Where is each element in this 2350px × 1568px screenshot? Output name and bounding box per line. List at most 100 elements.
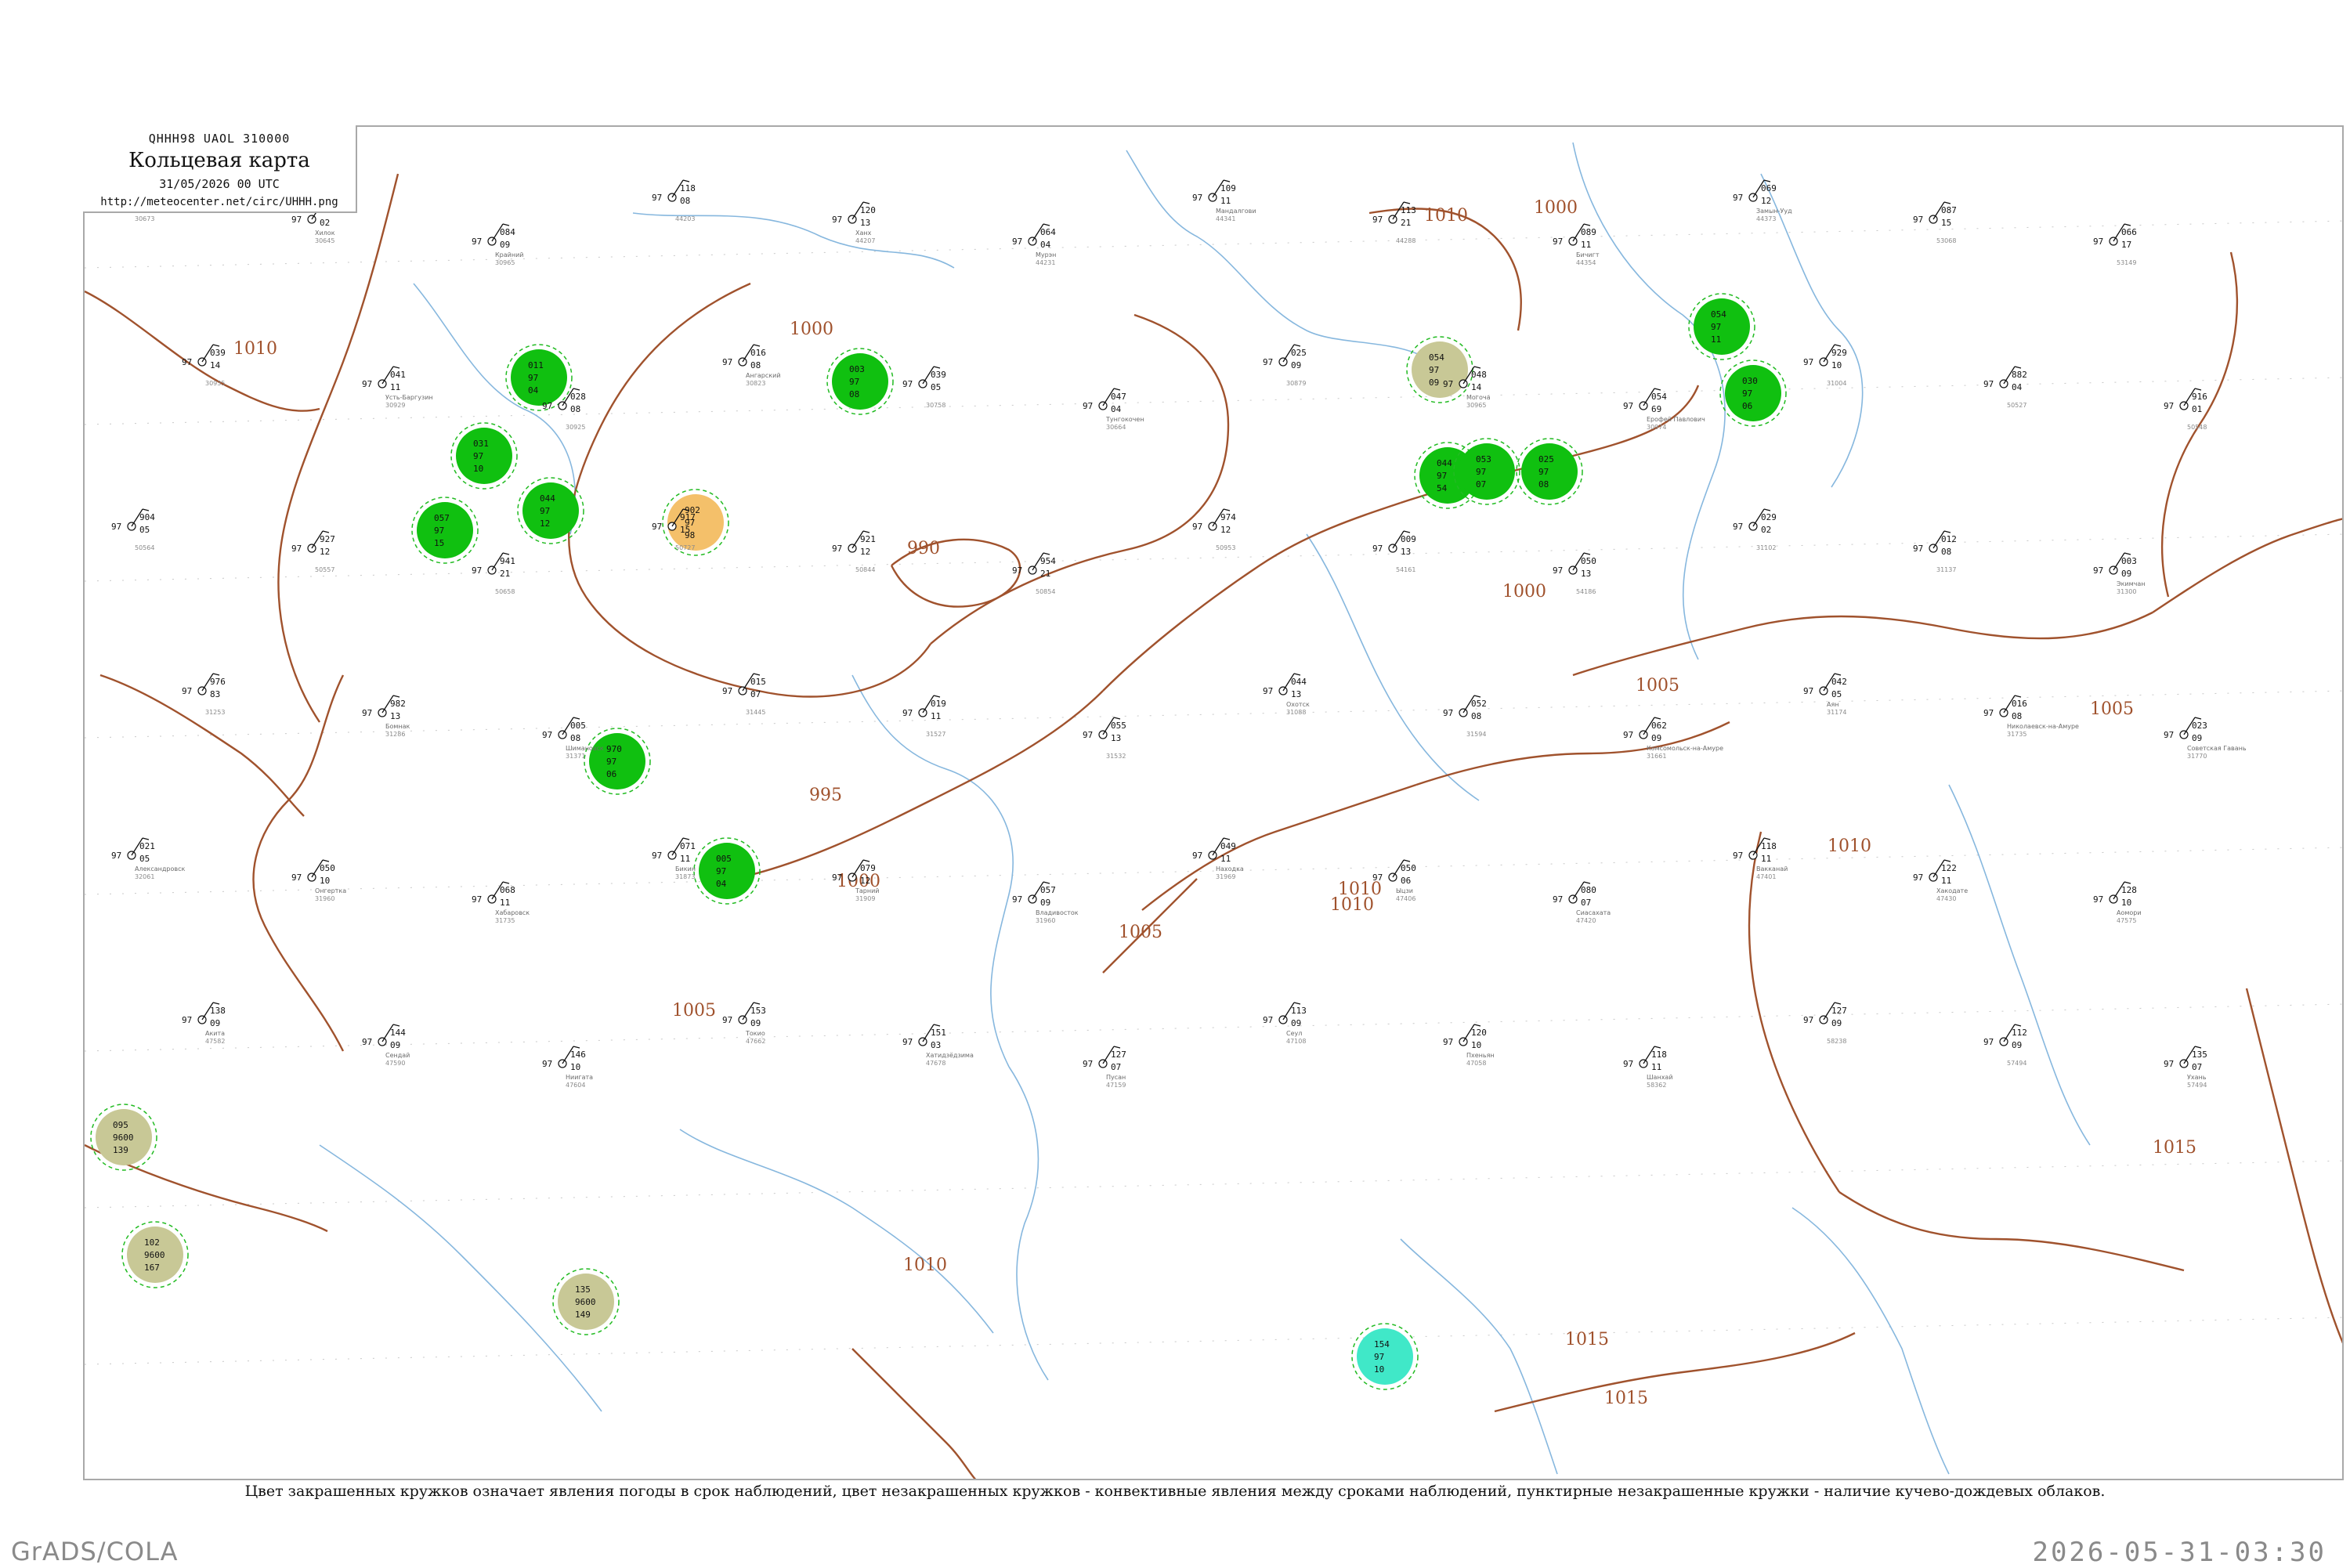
weather-circle-fog[interactable]: 154 97 10	[1351, 1323, 1419, 1390]
station-plot[interactable]: 071 97 11Бикин31873	[652, 837, 696, 880]
weather-circle-rain[interactable]: 030 97 06	[1719, 359, 1787, 427]
station-plot[interactable]: 112 97 09 57494	[1983, 1024, 2027, 1067]
station-plot[interactable]: 047 97 04 Тунгокочен30664	[1083, 388, 1144, 431]
wind-barb-flag	[502, 881, 510, 884]
station-plot[interactable]: 916 97 01 50548	[2164, 388, 2207, 431]
map-title: Кольцевая карта	[128, 149, 310, 172]
station-plot[interactable]: 080 97 07Сиасахата47420	[1553, 881, 1611, 924]
station-plot[interactable]: 904 97 05 50564	[111, 508, 155, 551]
station-plot[interactable]: 068 97 11Хабаровск31735	[472, 881, 530, 924]
station-plot[interactable]: 138 97 09 Акита47582	[182, 1002, 226, 1045]
station-plot[interactable]: 127 97 09 58238	[1803, 1002, 1847, 1045]
station-plot[interactable]: 029 97 02 31102	[1733, 508, 1777, 551]
weather-circle-haze[interactable]: 054 97 09	[1406, 336, 1473, 403]
station-plot[interactable]: 941 97 21 50658	[472, 552, 515, 595]
station-tendency: 09	[2012, 1040, 2022, 1050]
station-plot[interactable]: 069 97 12 Замын-Ууд44373	[1733, 179, 1792, 222]
station-plot[interactable]: 135 97 07 Ухань57494	[2164, 1046, 2207, 1089]
station-plot[interactable]: 023 97 09 Советская Гавань31770	[2164, 717, 2247, 760]
station-plot[interactable]: 016 97 08 Ангарский30823	[722, 344, 781, 387]
circle-value: 003	[849, 364, 865, 374]
station-plot[interactable]: 120 97 13Ханх44207	[832, 201, 876, 244]
weather-circle-haze[interactable]: 102 9600 167	[121, 1221, 189, 1288]
station-plot[interactable]: 929 97 10 31004	[1803, 344, 1847, 387]
station-id: 54161	[1396, 566, 1415, 573]
station-plot[interactable]: 055 97 13 31532	[1083, 717, 1126, 760]
station-plot[interactable]: 113 97 21 44288	[1372, 201, 1416, 244]
station-plot[interactable]: 057 97 09Владивосток31960	[1012, 881, 1079, 924]
station-plot[interactable]: 974 97 12 50953	[1192, 508, 1236, 551]
station-plot[interactable]: 882 97 04 50527	[1983, 366, 2027, 409]
station-plot[interactable]: 118 97 08 44203	[652, 179, 696, 222]
station-plot[interactable]: 151 97 03 Хатидзёдзима47678	[902, 1024, 974, 1067]
station-name: Ыцзи	[1396, 887, 1413, 894]
station-plot[interactable]: 927 97 12 50557	[291, 530, 335, 573]
weather-circle-rain[interactable]: 005 97 04	[693, 837, 761, 905]
station-plot[interactable]: 009 97 13 54161	[1372, 530, 1416, 573]
weather-circle-fill	[1459, 443, 1515, 500]
wind-barb-flag	[1583, 223, 1591, 226]
isobar-line	[1572, 611, 2153, 677]
weather-circle-rain[interactable]: 970 97 06	[584, 728, 651, 795]
station-plot[interactable]: 050 97 13 54186	[1553, 552, 1596, 595]
weather-circle-haze[interactable]: 135 9600 149	[552, 1268, 620, 1335]
station-plot[interactable]: 025 97 09 30879	[1263, 344, 1307, 387]
station-plot[interactable]: 144 97 09 Сендай47590	[362, 1024, 410, 1067]
station-plot[interactable]: 049 97 11Находка31969	[1192, 837, 1244, 880]
station-name: Александровск	[135, 865, 185, 873]
station-plot[interactable]: 087 97 15 53068	[1913, 201, 1957, 244]
station-plot[interactable]: 982 97 13 Бомнак31286	[362, 695, 410, 738]
station-plot[interactable]: 122 97 11Хакодате47430	[1913, 859, 1968, 902]
station-plot[interactable]: 064 97 04Мурэн44231	[1012, 223, 1056, 266]
station-plot[interactable]: 021 97 05Александровск32061	[111, 837, 185, 880]
weather-circle-fill	[699, 843, 755, 899]
station-plot[interactable]: 016 97 08 Николаевск-на-Амуре31735	[1983, 695, 2079, 738]
weather-circle-rain[interactable]: 054 97 11	[1688, 293, 1755, 360]
station-plot[interactable]: 128 97 10Аомори47575	[2093, 881, 2142, 924]
station-plot[interactable]: 062 97 09 Комсомольск-на-Амуре31661	[1623, 717, 1723, 760]
station-plot[interactable]: 118 97 11Вакканай47401	[1733, 837, 1788, 880]
station-plot[interactable]: 109 97 11 Мандалгови44341	[1192, 179, 1256, 222]
station-plot[interactable]: 039 97 14 30935	[182, 344, 226, 387]
station-plot[interactable]: 015 97 07 31445	[722, 673, 766, 716]
station-plot[interactable]: 089 97 11Бичигт44354	[1553, 223, 1600, 266]
station-plot[interactable]: 003 97 09Экимчан31300	[2093, 552, 2146, 595]
station-plot[interactable]: 976 97 83 31253	[182, 673, 226, 716]
station-plot[interactable]: 052 97 08 31594	[1443, 695, 1487, 738]
weather-circle-rain[interactable]: 031 97 10	[450, 422, 518, 490]
station-plot[interactable]: 084 97 09Крайний30965	[472, 223, 524, 266]
station-temperature: 97	[1012, 894, 1022, 905]
station-plot[interactable]: 050 97 10Онгертка31960	[291, 859, 346, 902]
weather-circle-rain[interactable]: 003 97 08	[826, 348, 894, 415]
station-plot[interactable]: 118 97 11 Шанхай58362	[1623, 1046, 1673, 1089]
station-temperature: 97	[1443, 1037, 1453, 1047]
station-plot[interactable]: 120 97 10 Пхеньян47058	[1443, 1024, 1495, 1067]
weather-circle-rain[interactable]: 057 97 15	[411, 497, 479, 564]
wind-barb-flag	[1113, 388, 1121, 391]
weather-circle-rain[interactable]: 0119704	[505, 344, 573, 411]
weather-circle-rain[interactable]: 025 97 08	[1516, 438, 1583, 505]
weather-circle-haze[interactable]: 095 9600 139	[90, 1104, 157, 1171]
station-plot[interactable]: 042 97 05 Аян31174	[1803, 673, 1847, 716]
station-pressure: 127	[1831, 1006, 1847, 1016]
wind-barb-flag	[862, 530, 870, 533]
station-pressure: 135	[2192, 1050, 2207, 1060]
station-plot[interactable]: 019 97 11 31527	[902, 695, 946, 738]
station-id: 30965	[495, 259, 515, 266]
station-plot[interactable]: 012 97 08 31137	[1913, 530, 1957, 573]
station-plot[interactable]: 146 97 10 Ниигата47604	[542, 1046, 593, 1089]
station-plot[interactable]: 153 97 09 Токио47662	[722, 1002, 766, 1045]
circle-value: 054	[1429, 352, 1444, 363]
station-plot[interactable]: 044 97 13 Охотск31088	[1263, 673, 1310, 716]
wind-barb-flag	[1763, 508, 1771, 511]
weather-circle-rain[interactable]: 044 97 12	[517, 477, 584, 544]
station-plot[interactable]: 921 97 12 50844	[832, 530, 876, 573]
station-tendency: 04	[1111, 404, 1122, 414]
station-plot[interactable]: 113 97 09 Сеул47108	[1263, 1002, 1307, 1045]
station-plot[interactable]: 127 97 07 Пусан47159	[1083, 1046, 1126, 1089]
station-plot[interactable]: 039 97 05 30758	[902, 366, 946, 409]
station-plot[interactable]: 066 97 17 53149	[2093, 223, 2137, 266]
source-url[interactable]: http://meteocenter.net/circ/UHHH.png	[83, 196, 356, 208]
station-id: 30645	[315, 237, 334, 244]
station-plot[interactable]: 041 97 11 Усть-Баргузин30929	[362, 366, 433, 409]
